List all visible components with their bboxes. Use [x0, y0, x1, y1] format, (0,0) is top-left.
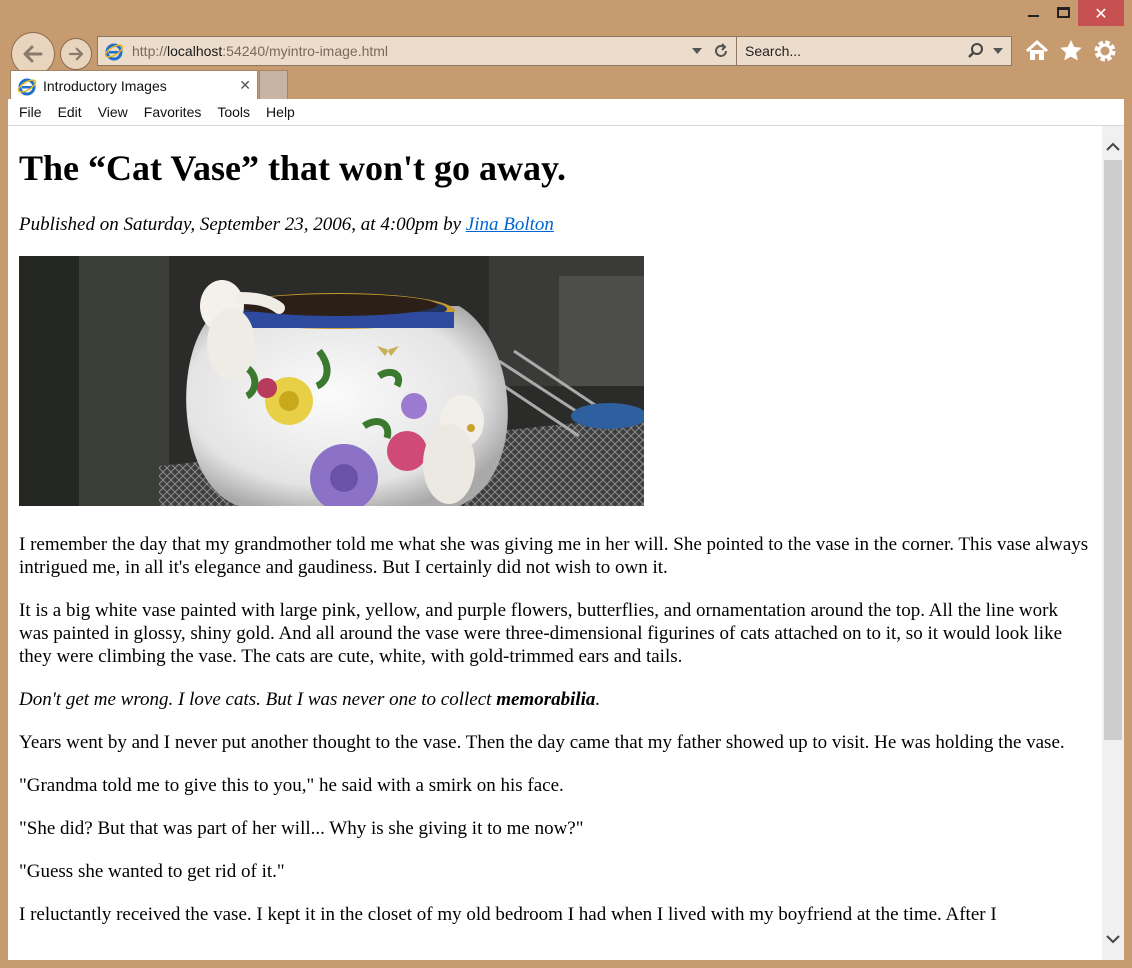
url-text: http://localhost:54240/myintro-image.htm…	[132, 43, 389, 59]
article: The “Cat Vase” that won't go away. Publi…	[8, 126, 1102, 926]
minimize-button[interactable]	[1018, 0, 1048, 24]
new-tab-button[interactable]	[259, 70, 288, 99]
window-caption-buttons: ✕	[1018, 0, 1124, 28]
byline: Published on Saturday, September 23, 200…	[19, 214, 554, 236]
tab-label: Introductory Images	[43, 77, 167, 94]
italic-paragraph: Don't get me wrong. I love cats. But I w…	[19, 689, 601, 711]
forward-arrow-icon	[68, 47, 84, 61]
cat-vase-photo	[19, 256, 644, 507]
forward-button[interactable]	[60, 38, 92, 70]
refresh-icon[interactable]	[712, 42, 730, 60]
scroll-up-button[interactable]	[1102, 134, 1124, 160]
search-dropdown-icon[interactable]	[993, 48, 1003, 54]
menu-file[interactable]: File	[19, 104, 42, 120]
memorabilia-bold: memorabilia	[496, 689, 596, 711]
paragraph: "Guess she wanted to get rid of it."	[19, 861, 285, 883]
browser-window: ✕ http://localhost:54240/myintro-image.h…	[0, 0, 1132, 968]
maximize-icon	[1056, 6, 1070, 18]
home-icon[interactable]	[1024, 38, 1050, 64]
paragraph: "Grandma told me to give this to you," h…	[19, 775, 564, 797]
address-bar[interactable]: http://localhost:54240/myintro-image.htm…	[97, 36, 737, 66]
menu-favorites[interactable]: Favorites	[144, 104, 202, 120]
ie-logo-icon	[104, 43, 124, 61]
vertical-scrollbar[interactable]	[1102, 126, 1124, 960]
toolbar-icons	[1024, 38, 1118, 64]
paragraph: "She did? But that was part of her will.…	[19, 818, 584, 840]
page-viewport: The “Cat Vase” that won't go away. Publi…	[8, 126, 1102, 960]
tab-close-icon[interactable]: ✕	[239, 78, 251, 94]
chevron-up-icon	[1106, 142, 1120, 151]
paragraph: It is a big white vase painted with larg…	[19, 600, 1063, 668]
menu-bar: File Edit View Favorites Tools Help	[8, 99, 1124, 126]
paragraph: I reluctantly received the vase. I kept …	[19, 904, 997, 926]
paragraph: I remember the day that my grandmother t…	[19, 534, 1089, 579]
navigation-bar: http://localhost:54240/myintro-image.htm…	[8, 32, 1124, 76]
settings-gear-icon[interactable]	[1092, 38, 1118, 64]
ie-logo-icon	[17, 78, 37, 95]
paragraph: Years went by and I never put another th…	[19, 732, 1065, 754]
menu-view[interactable]: View	[98, 104, 128, 120]
search-box[interactable]	[736, 36, 1012, 66]
minimize-icon	[1027, 15, 1039, 17]
favorites-star-icon[interactable]	[1058, 38, 1084, 64]
menu-tools[interactable]: Tools	[217, 104, 250, 120]
close-window-button[interactable]: ✕	[1078, 0, 1124, 26]
maximize-button[interactable]	[1048, 0, 1078, 24]
author-link[interactable]: Jina Bolton	[466, 214, 554, 235]
menu-edit[interactable]: Edit	[58, 104, 82, 120]
page-title: The “Cat Vase” that won't go away.	[19, 148, 567, 188]
address-dropdown-icon[interactable]	[692, 48, 702, 54]
back-arrow-icon	[23, 45, 43, 63]
chevron-down-icon	[1106, 935, 1120, 944]
menu-help[interactable]: Help	[266, 104, 295, 120]
search-icon[interactable]	[967, 42, 985, 60]
tab-introductory-images[interactable]: Introductory Images ✕	[10, 70, 258, 100]
scrollbar-thumb[interactable]	[1104, 160, 1122, 740]
scroll-down-button[interactable]	[1102, 926, 1124, 952]
search-input[interactable]	[745, 43, 945, 59]
close-icon: ✕	[1094, 3, 1108, 23]
